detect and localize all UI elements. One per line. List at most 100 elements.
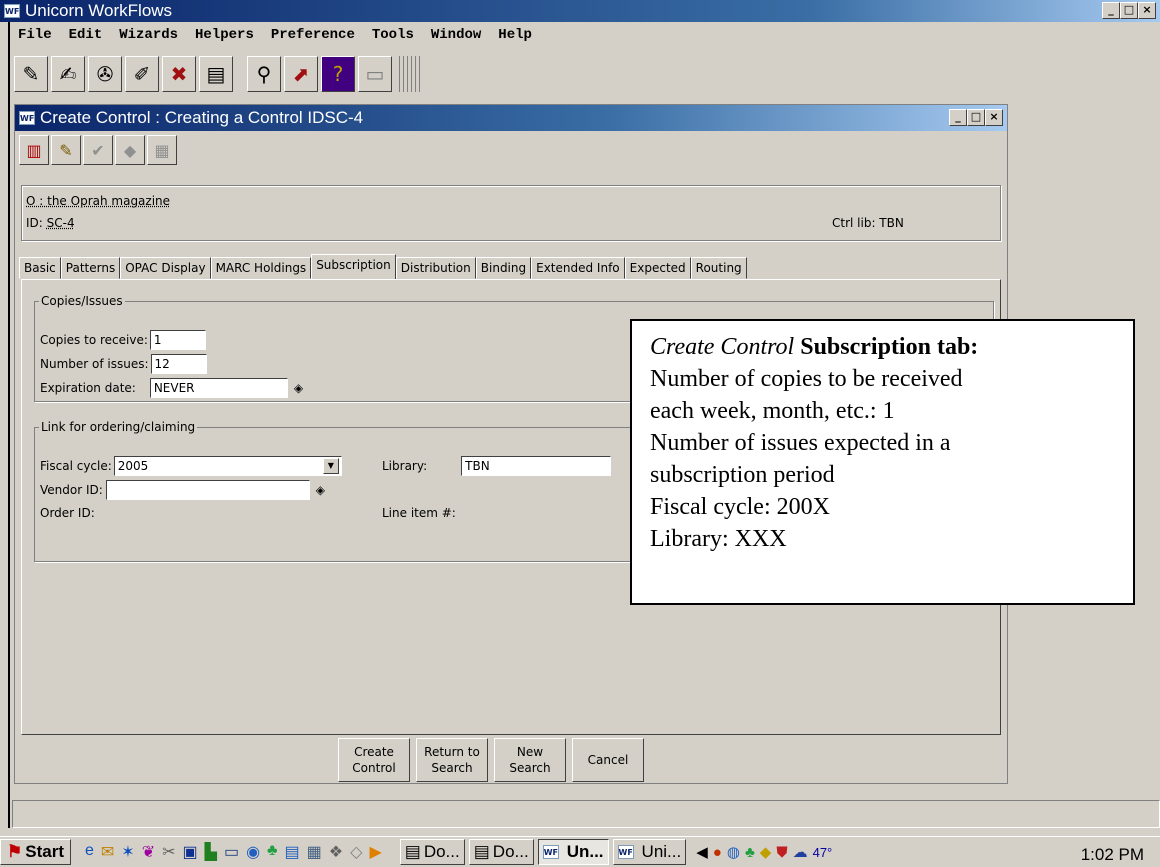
renew-icon[interactable]: ✇ <box>88 56 122 92</box>
checkin-icon[interactable]: ✎ <box>14 56 48 92</box>
menu-helpers[interactable]: Helpers <box>195 27 254 43</box>
wf-icon: WF <box>542 845 559 859</box>
monitor-icon[interactable]: ▭ <box>224 842 239 862</box>
cancel-button[interactable]: Cancel <box>572 738 644 782</box>
book-icon[interactable]: ▥ <box>19 135 49 165</box>
display-icon[interactable]: ▤ <box>199 56 233 92</box>
check-icon[interactable]: ✔ <box>83 135 113 165</box>
calc-icon[interactable]: ▦ <box>307 842 322 862</box>
menu-file[interactable]: File <box>18 27 52 43</box>
child-minimize-button[interactable]: _ <box>949 109 967 126</box>
globe-icon[interactable]: ◉ <box>246 842 260 862</box>
chart-icon[interactable]: ▙ <box>205 842 217 862</box>
search-icon[interactable]: ⚲ <box>247 56 281 92</box>
doc-icon: ▤ <box>473 842 490 861</box>
menu-preference[interactable]: Preference <box>271 27 355 43</box>
tab-distribution[interactable]: Distribution <box>395 257 476 279</box>
callout-line: Number of issues expected in a <box>650 430 951 456</box>
new-search-button[interactable]: New Search <box>494 738 566 782</box>
help-icon[interactable]: ? <box>321 56 355 92</box>
shield-icon[interactable]: ⛊ <box>776 844 787 861</box>
network-icon[interactable]: ◍ <box>727 843 740 861</box>
tray-app-icon[interactable]: ● <box>713 844 722 861</box>
word-icon[interactable]: ▣ <box>183 842 198 862</box>
media-icon[interactable]: ▶ <box>369 842 381 862</box>
people-tray-icon[interactable]: ♣ <box>745 844 755 861</box>
close-button[interactable]: × <box>1138 2 1156 19</box>
bills-icon[interactable]: ✖ <box>162 56 196 92</box>
browser-icon[interactable]: e <box>85 842 94 862</box>
main-toolbar: ✎ ✍ ✇ ✐ ✖ ▤ ⚲ ⬈ ? ▭ <box>14 52 421 96</box>
vendor-lookup-icon[interactable]: ◈ <box>316 483 325 497</box>
tab-routing[interactable]: Routing <box>690 257 747 279</box>
tab-patterns[interactable]: Patterns <box>60 257 121 279</box>
callout-line: Fiscal cycle: 200X <box>650 494 830 520</box>
id-value[interactable]: SC-4 <box>47 216 75 230</box>
callout-line: subscription period <box>650 462 835 488</box>
shape-icon[interactable]: ◇ <box>350 842 362 862</box>
record-id: ID: SC-4 <box>26 216 75 230</box>
report-icon[interactable]: ⬈ <box>284 56 318 92</box>
reserve-icon[interactable]: ✐ <box>125 56 159 92</box>
child-maximize-button[interactable]: □ <box>967 109 985 126</box>
copy-icon[interactable]: ▦ <box>147 135 177 165</box>
copies-label: Copies to receive: <box>40 333 148 347</box>
child-logo-icon: WF <box>19 111 35 125</box>
chevron-down-icon[interactable]: ▼ <box>322 458 339 474</box>
people-icon[interactable]: ♣ <box>267 842 278 862</box>
volume-icon[interactable]: ◀ <box>696 843 708 861</box>
menu-edit[interactable]: Edit <box>69 27 103 43</box>
library-field[interactable]: TBN <box>461 456 612 476</box>
fiscal-cycle-select[interactable]: 2005 ▼ <box>113 456 342 476</box>
child-toolbar: ▥ ✎ ✔ ◆ ▦ <box>19 135 177 165</box>
tool-icon[interactable]: ✂ <box>162 842 175 862</box>
tab-subscription[interactable]: Subscription <box>311 254 396 279</box>
return-to-search-button[interactable]: Return to Search <box>416 738 488 782</box>
app-icon[interactable]: ❦ <box>142 842 155 862</box>
copies-field[interactable]: 1 <box>149 330 206 350</box>
create-control-button[interactable]: Create Control <box>338 738 410 782</box>
child-window-controls: _ □ × <box>949 109 1003 126</box>
tab-expected[interactable]: Expected <box>624 257 691 279</box>
date-picker-icon[interactable]: ◈ <box>294 381 303 395</box>
weather-icon[interactable]: ☁ <box>793 843 808 861</box>
security-icon[interactable]: ◆ <box>760 843 772 861</box>
callout-line: Number of copies to be received <box>650 366 963 392</box>
id-label: ID: <box>26 216 43 230</box>
tab-binding[interactable]: Binding <box>475 257 532 279</box>
task-document-2[interactable]: ▤ Do... <box>468 839 534 865</box>
menu-window[interactable]: Window <box>431 27 481 43</box>
annotation-callout: Create Control Subscription tab: Number … <box>630 319 1135 605</box>
maximize-button[interactable]: □ <box>1120 2 1138 19</box>
vendor-field[interactable] <box>105 480 310 500</box>
child-close-button[interactable]: × <box>985 109 1003 126</box>
mail-icon[interactable]: ✉ <box>101 842 114 862</box>
menu-help[interactable]: Help <box>498 27 532 43</box>
minimize-button[interactable]: _ <box>1102 2 1120 19</box>
calendar-icon[interactable]: ▤ <box>285 842 300 862</box>
menu-wizards[interactable]: Wizards <box>119 27 178 43</box>
edit-icon[interactable]: ✎ <box>51 135 81 165</box>
task-unicorn-2[interactable]: WF Uni... <box>612 839 687 865</box>
clock[interactable]: 1:02 PM <box>1081 845 1144 865</box>
issues-field[interactable]: 12 <box>150 354 207 374</box>
paint-icon[interactable]: ❖ <box>329 842 343 862</box>
star-icon[interactable]: ✶ <box>121 842 134 862</box>
tab-basic[interactable]: Basic <box>19 257 61 279</box>
tab-opac-display[interactable]: OPAC Display <box>120 257 211 279</box>
item-icon[interactable]: ◆ <box>115 135 145 165</box>
child-title: Create Control : Creating a Control IDSC… <box>40 108 364 127</box>
expiration-row: Expiration date: NEVER ◈ <box>40 378 303 398</box>
temperature: 47° <box>812 844 833 860</box>
callout-line: each week, month, etc.: 1 <box>650 398 895 424</box>
task-unicorn-active[interactable]: WF Un... <box>537 839 609 865</box>
print-icon[interactable]: ▭ <box>358 56 392 92</box>
expiration-field[interactable]: NEVER <box>149 378 288 398</box>
task-document-1[interactable]: ▤ Do... <box>399 839 465 865</box>
tab-extended-info[interactable]: Extended Info <box>531 257 625 279</box>
tab-marc-holdings[interactable]: MARC Holdings <box>210 257 312 279</box>
start-button[interactable]: ⚑ Start <box>0 839 71 865</box>
app-logo-icon: WF <box>4 4 20 18</box>
checkout-icon[interactable]: ✍ <box>51 56 85 92</box>
menu-tools[interactable]: Tools <box>372 27 414 43</box>
